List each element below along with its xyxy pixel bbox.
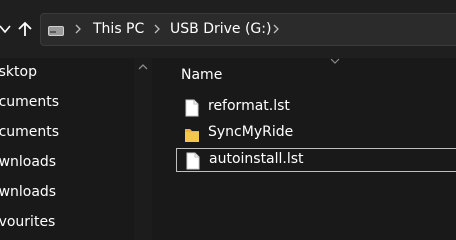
chevron-right-icon[interactable]: [152, 23, 162, 35]
nav-item-desktop[interactable]: esktop: [0, 64, 37, 80]
file-row[interactable]: reformat.lst: [175, 96, 456, 120]
drive-icon: [48, 26, 64, 36]
document-icon: [185, 99, 199, 117]
nav-item-documents[interactable]: ocuments: [0, 94, 59, 110]
nav-item-favourites[interactable]: avourites: [0, 214, 55, 230]
chevron-right-icon[interactable]: [73, 23, 83, 35]
document-icon: [186, 152, 200, 170]
address-bar[interactable]: This PC USB Drive (G:): [40, 13, 456, 46]
file-row[interactable]: SyncMyRide: [175, 122, 456, 146]
breadcrumb-usb-drive[interactable]: USB Drive (G:): [170, 21, 271, 37]
nav-item-documents[interactable]: ocuments: [0, 124, 59, 140]
sort-indicator-icon: [330, 58, 340, 64]
file-name: reformat.lst: [208, 98, 290, 114]
file-list: Name reformat.lst SyncMyRide autoinstall…: [158, 58, 456, 240]
folder-icon: [185, 129, 199, 142]
file-name: autoinstall.lst: [209, 151, 304, 167]
address-bar-region: This PC USB Drive (G:): [0, 0, 456, 59]
scroll-up-icon[interactable]: [137, 62, 149, 72]
breadcrumb-this-pc[interactable]: This PC: [93, 21, 144, 37]
chevron-right-icon[interactable]: [271, 23, 281, 35]
chevron-down-icon[interactable]: [0, 22, 12, 36]
file-name: SyncMyRide: [208, 124, 294, 140]
up-arrow-icon[interactable]: [17, 21, 33, 37]
nav-item-downloads[interactable]: ownloads: [0, 154, 56, 170]
nav-item-downloads[interactable]: ownloads: [0, 184, 56, 200]
scrollbar[interactable]: [134, 58, 152, 240]
file-row-selected[interactable]: autoinstall.lst: [176, 148, 456, 172]
column-header-name[interactable]: Name: [181, 67, 222, 83]
